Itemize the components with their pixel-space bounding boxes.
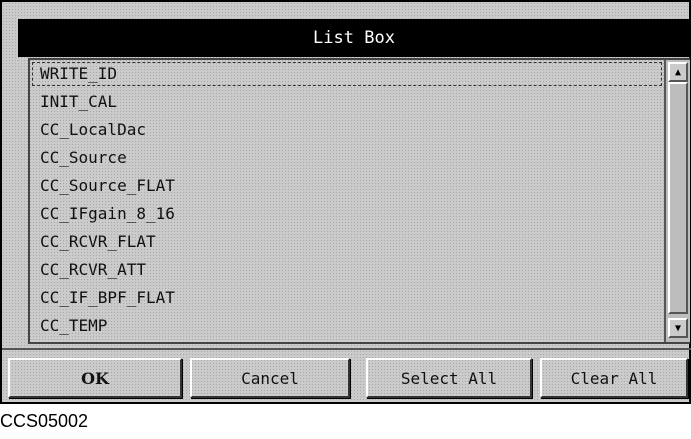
clear-all-button[interactable]: Clear All bbox=[540, 358, 688, 398]
list-item[interactable]: CC_RCVR_ATT bbox=[30, 256, 664, 284]
button-row: OK Cancel Select All Clear All bbox=[2, 348, 691, 406]
dialog-title: List Box bbox=[18, 19, 690, 57]
list-box-dialog: List Box WRITE_ID INIT_CAL CC_LocalDac C… bbox=[0, 0, 691, 404]
list-box[interactable]: WRITE_ID INIT_CAL CC_LocalDac CC_Source … bbox=[28, 58, 690, 344]
list-item[interactable]: CC_LocalDac bbox=[30, 116, 664, 144]
scroll-down-arrow-icon[interactable]: ▼ bbox=[668, 318, 688, 338]
list-item[interactable]: CC_Source bbox=[30, 144, 664, 172]
figure-caption: CCS05002 bbox=[0, 411, 89, 431]
scroll-up-arrow-icon[interactable]: ▲ bbox=[668, 62, 688, 82]
list-item[interactable]: CC_Source_FLAT bbox=[30, 172, 664, 200]
list-item[interactable]: CC_IFgain_8_16 bbox=[30, 200, 664, 228]
cancel-button[interactable]: Cancel bbox=[190, 358, 350, 398]
list-item[interactable]: CC_IF_BPF_FLAT bbox=[30, 284, 664, 312]
list-item[interactable]: WRITE_ID bbox=[30, 60, 664, 88]
vertical-scrollbar[interactable]: ▲ ▼ bbox=[664, 60, 690, 342]
scrollbar-thumb[interactable] bbox=[668, 82, 688, 314]
list-item[interactable]: CC_RCVR_FLAT bbox=[30, 228, 664, 256]
list-items: WRITE_ID INIT_CAL CC_LocalDac CC_Source … bbox=[30, 60, 664, 342]
list-item[interactable]: INIT_CAL bbox=[30, 88, 664, 116]
list-item[interactable]: CC_TEMP bbox=[30, 312, 664, 340]
ok-button[interactable]: OK bbox=[8, 358, 182, 398]
select-all-button[interactable]: Select All bbox=[366, 358, 532, 398]
